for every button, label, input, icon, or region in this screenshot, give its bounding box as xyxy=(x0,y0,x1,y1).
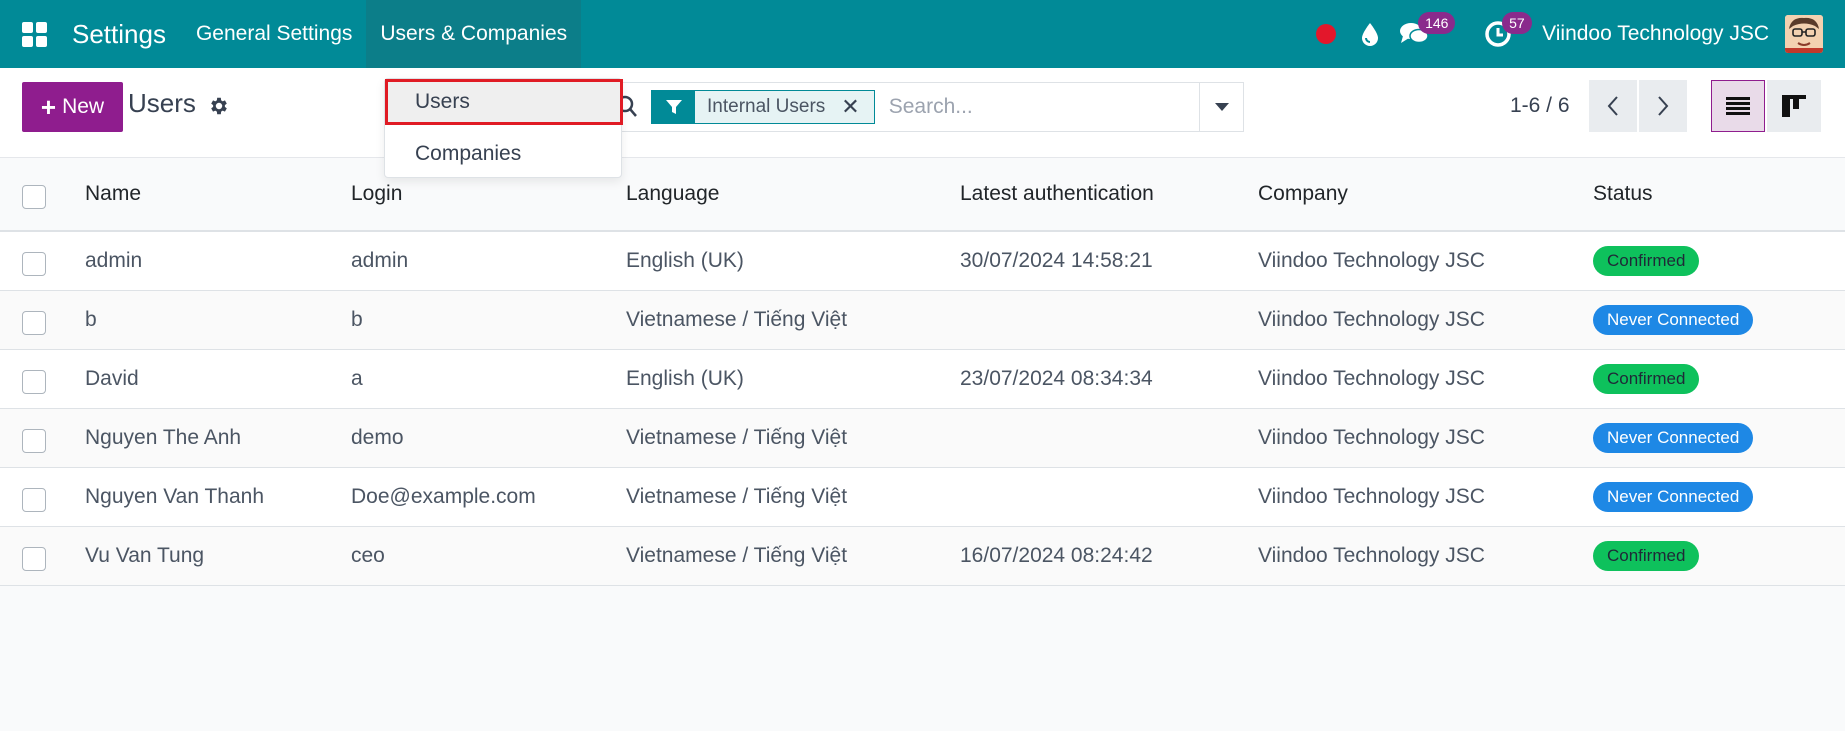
apps-menu-icon[interactable] xyxy=(0,0,68,68)
row-checkbox[interactable] xyxy=(22,547,46,571)
cell-language: Vietnamese / Tiếng Việt xyxy=(626,308,848,331)
table-row[interactable]: b b Vietnamese / Tiếng Việt Viindoo Tech… xyxy=(0,291,1845,350)
pager-previous-button[interactable] xyxy=(1589,80,1637,132)
search-options-toggle[interactable] xyxy=(1199,83,1243,131)
cell-name: David xyxy=(85,367,139,390)
list-view-button[interactable] xyxy=(1711,80,1765,132)
menu-users-companies[interactable]: Users & Companies xyxy=(366,0,582,68)
plus-icon: + xyxy=(40,91,57,122)
row-checkbox[interactable] xyxy=(22,429,46,453)
caret-down-icon xyxy=(1214,103,1229,111)
menu-general-settings[interactable]: General Settings xyxy=(182,0,366,68)
pager-next-button[interactable] xyxy=(1639,80,1687,132)
top-navbar: Settings General Settings Users & Compan… xyxy=(0,0,1845,68)
column-latest-authentication[interactable]: Latest authentication xyxy=(960,182,1154,206)
table-row[interactable]: Nguyen The Anh demo Vietnamese / Tiếng V… xyxy=(0,409,1845,468)
users-companies-dropdown: Users Companies xyxy=(384,78,623,178)
column-name[interactable]: Name xyxy=(85,182,141,206)
status-badge: Confirmed xyxy=(1593,246,1700,276)
user-avatar[interactable] xyxy=(1785,15,1823,53)
cell-login: b xyxy=(351,308,363,331)
status-badge: Never Connected xyxy=(1593,482,1754,512)
select-all-checkbox[interactable] xyxy=(22,185,46,209)
red-dot-icon xyxy=(1316,24,1337,44)
activities-menu[interactable]: 57 xyxy=(1476,0,1532,68)
filter-icon xyxy=(652,91,695,123)
cell-company: Viindoo Technology JSC xyxy=(1258,308,1485,331)
cell-latest-authentication: 30/07/2024 14:58:21 xyxy=(960,249,1153,272)
status-badge: Confirmed xyxy=(1593,364,1700,394)
chevron-left-icon xyxy=(1607,96,1618,116)
cell-latest-authentication: 23/07/2024 08:34:34 xyxy=(960,367,1153,390)
status-badge: Never Connected xyxy=(1593,305,1754,335)
cell-name: admin xyxy=(85,249,143,272)
gear-icon[interactable] xyxy=(208,95,230,117)
dropdown-item-companies[interactable]: Companies xyxy=(385,132,623,176)
company-switcher[interactable]: Viindoo Technology JSC xyxy=(1520,22,1785,46)
kanban-icon xyxy=(1782,95,1806,117)
control-panel: + New Users Internal Users ✕ 1-6 / 6 xyxy=(0,68,1845,158)
column-status[interactable]: Status xyxy=(1593,182,1653,206)
list-icon xyxy=(1726,97,1750,115)
filter-facet: Internal Users ✕ xyxy=(651,90,875,124)
cell-login: Doe@example.com xyxy=(351,485,536,508)
record-indicator[interactable] xyxy=(1304,0,1348,68)
column-language[interactable]: Language xyxy=(626,182,719,206)
status-badge: Never Connected xyxy=(1593,423,1754,453)
column-login[interactable]: Login xyxy=(351,182,402,206)
cell-language: Vietnamese / Tiếng Việt xyxy=(626,544,848,567)
cell-name: Nguyen Van Thanh xyxy=(85,485,265,508)
new-button[interactable]: + New xyxy=(22,82,123,132)
users-table: Name Login Language Latest authenticatio… xyxy=(0,158,1845,586)
search-bar: Internal Users ✕ xyxy=(620,82,1244,132)
cell-company: Viindoo Technology JSC xyxy=(1258,367,1485,390)
facet-label: Internal Users xyxy=(695,91,838,123)
cell-company: Viindoo Technology JSC xyxy=(1258,485,1485,508)
table-header: Name Login Language Latest authenticatio… xyxy=(0,158,1845,232)
row-checkbox[interactable] xyxy=(22,488,46,512)
cell-language: English (UK) xyxy=(626,367,744,390)
table-row[interactable]: David a English (UK) 23/07/2024 08:34:34… xyxy=(0,350,1845,409)
cell-language: English (UK) xyxy=(626,249,744,272)
cell-name: b xyxy=(85,308,97,331)
chevron-right-icon xyxy=(1658,96,1669,116)
app-title[interactable]: Settings xyxy=(68,0,182,68)
close-icon[interactable]: ✕ xyxy=(837,91,874,123)
cell-login: demo xyxy=(351,426,404,449)
dropdown-item-users[interactable]: Users xyxy=(385,79,623,125)
cell-language: Vietnamese / Tiếng Việt xyxy=(626,485,848,508)
status-badge: Confirmed xyxy=(1593,541,1700,571)
cell-login: a xyxy=(351,367,363,390)
page-title: Users xyxy=(128,88,196,118)
column-company[interactable]: Company xyxy=(1258,182,1348,206)
cell-language: Vietnamese / Tiếng Việt xyxy=(626,426,848,449)
new-button-label: New xyxy=(62,95,105,118)
activities-count-badge: 57 xyxy=(1502,12,1532,34)
messages-count-badge: 146 xyxy=(1418,12,1456,34)
cell-name: Nguyen The Anh xyxy=(85,426,242,449)
cell-company: Viindoo Technology JSC xyxy=(1258,249,1485,272)
table-row[interactable]: Nguyen Van Thanh Doe@example.com Vietnam… xyxy=(0,468,1845,527)
row-checkbox[interactable] xyxy=(22,370,46,394)
cell-latest-authentication: 16/07/2024 08:24:42 xyxy=(960,544,1153,567)
messages-menu[interactable]: 146 xyxy=(1392,0,1456,68)
cell-login: admin xyxy=(351,249,409,272)
pager-value[interactable]: 1-6 / 6 xyxy=(1510,94,1570,118)
cell-company: Viindoo Technology JSC xyxy=(1258,544,1485,567)
row-checkbox[interactable] xyxy=(22,252,46,276)
cell-name: Vu Van Tung xyxy=(85,544,205,567)
search-input[interactable] xyxy=(874,95,1199,119)
row-checkbox[interactable] xyxy=(22,311,46,335)
cell-company: Viindoo Technology JSC xyxy=(1258,426,1485,449)
table-row[interactable]: Vu Van Tung ceo Vietnamese / Tiếng Việt … xyxy=(0,527,1845,586)
kanban-view-button[interactable] xyxy=(1767,80,1821,132)
table-row[interactable]: admin admin English (UK) 30/07/2024 14:5… xyxy=(0,232,1845,291)
debug-drop-icon[interactable] xyxy=(1348,0,1392,68)
cell-login: ceo xyxy=(351,544,385,567)
